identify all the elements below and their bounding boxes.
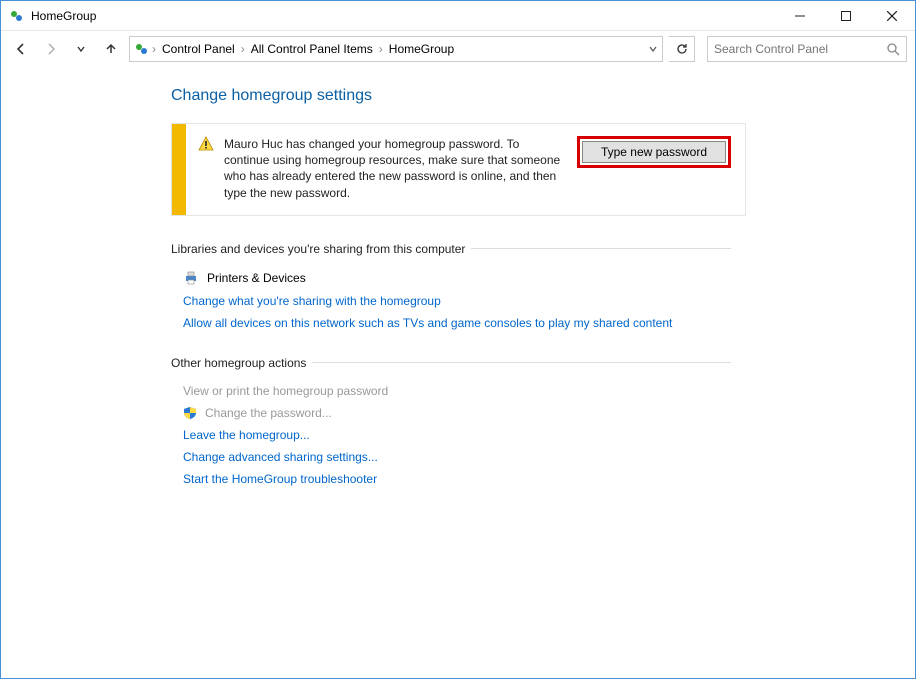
- breadcrumb-item[interactable]: HomeGroup: [385, 42, 458, 56]
- homegroup-icon: [9, 8, 25, 24]
- alert-message: Mauro Huc has changed your homegroup pas…: [224, 136, 567, 201]
- printers-row: Printers & Devices: [171, 266, 741, 290]
- titlebar: HomeGroup: [1, 1, 915, 31]
- shield-icon: [183, 406, 197, 420]
- divider: [471, 248, 731, 249]
- forward-button[interactable]: [39, 37, 63, 61]
- navbar: › Control Panel › All Control Panel Item…: [1, 31, 915, 67]
- change-password-row: Change the password...: [171, 402, 741, 424]
- highlight-annotation: Type new password: [577, 136, 731, 168]
- printer-icon: [183, 270, 199, 286]
- back-button[interactable]: [9, 37, 33, 61]
- type-new-password-button[interactable]: Type new password: [582, 141, 726, 163]
- refresh-button[interactable]: [669, 36, 695, 62]
- advanced-sharing-link[interactable]: Change advanced sharing settings...: [183, 450, 378, 464]
- section-title: Other homegroup actions: [171, 356, 306, 370]
- content-area: Change homegroup settings Mauro Huc has …: [1, 67, 741, 490]
- alert-accent-bar: [172, 124, 186, 215]
- chevron-right-icon[interactable]: ›: [239, 42, 247, 56]
- minimize-button[interactable]: [777, 1, 823, 31]
- printers-label: Printers & Devices: [207, 271, 306, 285]
- breadcrumb-item[interactable]: All Control Panel Items: [247, 42, 377, 56]
- recent-dropdown[interactable]: [69, 37, 93, 61]
- chevron-right-icon[interactable]: ›: [377, 42, 385, 56]
- search-input[interactable]: [714, 42, 886, 56]
- search-icon[interactable]: [886, 42, 900, 56]
- section-header-sharing: Libraries and devices you're sharing fro…: [171, 242, 731, 256]
- leave-homegroup-link[interactable]: Leave the homegroup...: [183, 428, 310, 442]
- address-dropdown-icon[interactable]: [648, 44, 658, 54]
- homegroup-icon: [134, 41, 150, 57]
- section-title: Libraries and devices you're sharing fro…: [171, 242, 465, 256]
- close-button[interactable]: [869, 1, 915, 31]
- divider: [312, 362, 731, 363]
- allow-devices-link[interactable]: Allow all devices on this network such a…: [183, 316, 672, 330]
- warning-icon: [198, 136, 214, 201]
- troubleshooter-link[interactable]: Start the HomeGroup troubleshooter: [183, 472, 377, 486]
- maximize-button[interactable]: [823, 1, 869, 31]
- change-password-link: Change the password...: [205, 406, 332, 420]
- page-heading: Change homegroup settings: [171, 87, 741, 105]
- up-button[interactable]: [99, 37, 123, 61]
- chevron-right-icon[interactable]: ›: [150, 42, 158, 56]
- section-header-actions: Other homegroup actions: [171, 356, 731, 370]
- address-bar[interactable]: › Control Panel › All Control Panel Item…: [129, 36, 663, 62]
- breadcrumb-item[interactable]: Control Panel: [158, 42, 239, 56]
- change-sharing-link[interactable]: Change what you're sharing with the home…: [183, 294, 441, 308]
- window-title: HomeGroup: [31, 9, 777, 23]
- search-box[interactable]: [707, 36, 907, 62]
- alert-box: Mauro Huc has changed your homegroup pas…: [171, 123, 746, 216]
- view-password-link: View or print the homegroup password: [183, 384, 388, 398]
